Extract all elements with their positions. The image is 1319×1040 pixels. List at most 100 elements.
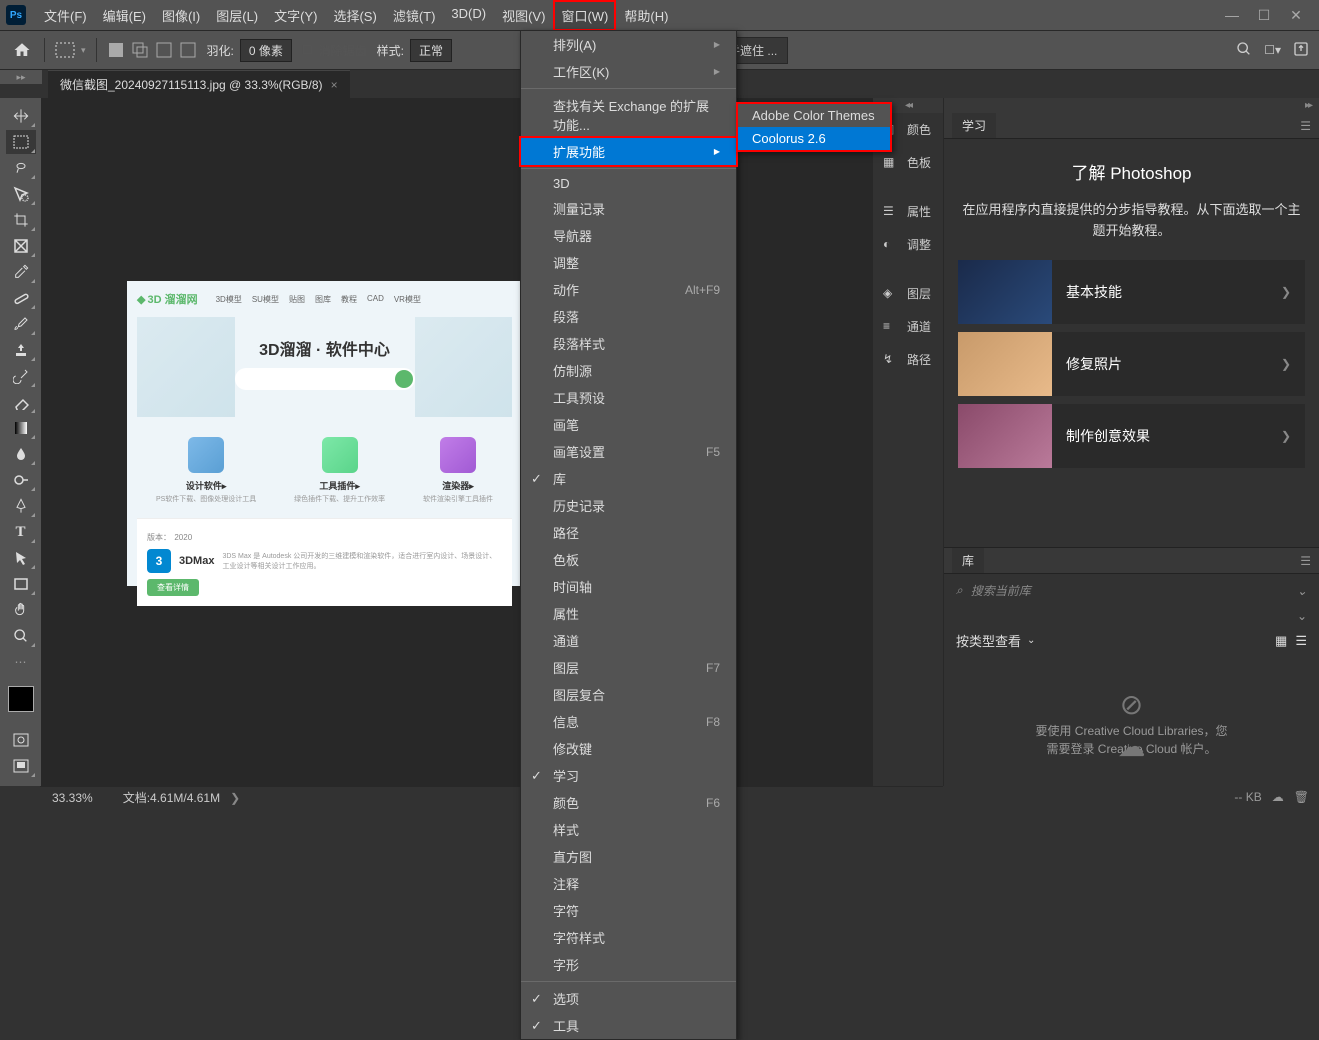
zoom-level[interactable]: 33.33% bbox=[52, 791, 93, 805]
panel-shortcut-通道[interactable]: ≡通道 bbox=[873, 310, 943, 343]
window-menu-item[interactable]: 属性 bbox=[521, 600, 736, 627]
extension-item[interactable]: Coolorus 2.6 bbox=[738, 127, 890, 150]
maximize-button[interactable]: ☐ bbox=[1257, 8, 1271, 22]
history-brush-tool[interactable] bbox=[6, 364, 36, 388]
clone-stamp-tool[interactable] bbox=[6, 338, 36, 362]
menu-选择s[interactable]: 选择(S) bbox=[325, 0, 384, 31]
window-menu-item[interactable]: 工作区(K) bbox=[521, 58, 736, 85]
path-selection-tool[interactable] bbox=[6, 546, 36, 570]
window-menu-item[interactable]: 历史记录 bbox=[521, 492, 736, 519]
menu-滤镜t[interactable]: 滤镜(T) bbox=[385, 0, 444, 31]
window-menu-item[interactable]: 段落 bbox=[521, 303, 736, 330]
feather-input[interactable]: 0 像素 bbox=[240, 39, 292, 62]
window-menu-item[interactable]: 调整 bbox=[521, 249, 736, 276]
type-tool[interactable]: T bbox=[6, 520, 36, 544]
learn-card[interactable]: 修复照片❯ bbox=[958, 332, 1305, 396]
edit-toolbar-button[interactable]: ⋯ bbox=[6, 650, 36, 674]
status-arrow-icon[interactable]: ❯ bbox=[230, 791, 240, 805]
window-menu-item[interactable]: 时间轴 bbox=[521, 573, 736, 600]
window-menu-item[interactable]: 动作Alt+F9 bbox=[521, 276, 736, 303]
panel-shortcut-图层[interactable]: ◈图层 bbox=[873, 277, 943, 310]
close-tab-icon[interactable]: × bbox=[331, 78, 338, 92]
selection-mode-buttons[interactable] bbox=[107, 41, 197, 59]
window-menu-item[interactable]: 库 bbox=[521, 465, 736, 492]
menu-图层l[interactable]: 图层(L) bbox=[208, 0, 266, 31]
share-icon[interactable] bbox=[1293, 41, 1309, 60]
collapse-learn-panel-button[interactable]: ▸▸ bbox=[944, 98, 1319, 113]
zoom-tool[interactable] bbox=[6, 624, 36, 648]
gradient-tool[interactable] bbox=[6, 416, 36, 440]
learn-card[interactable]: 基本技能❯ bbox=[958, 260, 1305, 324]
close-button[interactable]: ✕ bbox=[1289, 8, 1303, 22]
canvas-area[interactable]: 3D 溜溜网 3D模型SU模型贴图图库教程CADVR模型 3D溜溜 · 软件中心… bbox=[42, 98, 873, 786]
eraser-tool[interactable] bbox=[6, 390, 36, 414]
window-menu-item[interactable]: 图层F7 bbox=[521, 654, 736, 681]
window-menu-item[interactable]: 排列(A) bbox=[521, 31, 736, 58]
learn-tab[interactable]: 学习 bbox=[952, 113, 996, 138]
chevron-down-icon[interactable]: ⌄ bbox=[1297, 584, 1307, 598]
document-size[interactable]: 文档:4.61M/4.61M bbox=[123, 789, 220, 806]
window-menu-item[interactable]: 段落样式 bbox=[521, 330, 736, 357]
window-menu-item[interactable]: 路径 bbox=[521, 519, 736, 546]
window-menu-item[interactable]: 字形 bbox=[521, 951, 736, 978]
window-menu-item[interactable]: 查找有关 Exchange 的扩展功能... bbox=[521, 92, 736, 138]
window-menu-item[interactable]: 测量记录 bbox=[521, 195, 736, 222]
window-menu-item[interactable]: 工具 bbox=[521, 1012, 736, 1039]
panel-shortcut-路径[interactable]: ↯路径 bbox=[873, 343, 943, 376]
menu-文字y[interactable]: 文字(Y) bbox=[266, 0, 325, 31]
document-tab[interactable]: 微信截图_20240927115113.jpg @ 33.3%(RGB/8) × bbox=[48, 70, 350, 98]
expand-down-icon[interactable]: ⌄ bbox=[944, 607, 1319, 625]
blur-tool[interactable] bbox=[6, 442, 36, 466]
extension-item[interactable]: Adobe Color Themes bbox=[738, 104, 890, 127]
menu-窗口w[interactable]: 窗口(W) bbox=[553, 0, 616, 31]
marquee-tool[interactable] bbox=[6, 130, 36, 154]
healing-brush-tool[interactable] bbox=[6, 286, 36, 310]
menu-编辑e[interactable]: 编辑(E) bbox=[95, 0, 154, 31]
window-menu-item[interactable]: 注释 bbox=[521, 870, 736, 897]
grid-view-icon[interactable]: ▦ bbox=[1275, 633, 1287, 649]
cloud-sync-icon[interactable]: ☁ bbox=[1272, 790, 1284, 804]
search-icon[interactable] bbox=[1236, 41, 1252, 60]
crop-tool[interactable] bbox=[6, 208, 36, 232]
hand-tool[interactable] bbox=[6, 598, 36, 622]
list-view-icon[interactable]: ☰ bbox=[1295, 633, 1307, 649]
window-menu-item[interactable]: 画笔设置F5 bbox=[521, 438, 736, 465]
window-menu-item[interactable]: 色板 bbox=[521, 546, 736, 573]
window-menu-item[interactable]: 字符样式 bbox=[521, 924, 736, 951]
menu-文件f[interactable]: 文件(F) bbox=[36, 0, 95, 31]
eyedropper-tool[interactable] bbox=[6, 260, 36, 284]
menu-视图v[interactable]: 视图(V) bbox=[494, 0, 553, 31]
brush-tool[interactable] bbox=[6, 312, 36, 336]
menu-图像i[interactable]: 图像(I) bbox=[154, 0, 208, 31]
screen-mode-toggle[interactable] bbox=[6, 754, 36, 778]
window-menu-item[interactable]: 导航器 bbox=[521, 222, 736, 249]
window-menu-item[interactable]: 颜色F6 bbox=[521, 789, 736, 816]
style-select[interactable]: 正常 bbox=[410, 39, 452, 62]
window-menu-item[interactable]: 画笔 bbox=[521, 411, 736, 438]
window-menu-item[interactable]: 学习 bbox=[521, 762, 736, 789]
marquee-tool-icon[interactable]: ▾ bbox=[55, 42, 86, 58]
quick-selection-tool[interactable] bbox=[6, 182, 36, 206]
home-icon[interactable] bbox=[10, 38, 34, 62]
library-view-mode[interactable]: 按类型查看⌄ ▦ ☰ bbox=[944, 625, 1319, 656]
panel-menu-icon[interactable]: ☰ bbox=[1300, 119, 1311, 133]
quick-mask-toggle[interactable] bbox=[6, 728, 36, 752]
toolbar-expand-button[interactable]: ▸▸ bbox=[0, 70, 42, 84]
trash-icon[interactable]: 🗑 bbox=[1294, 790, 1309, 804]
pen-tool[interactable] bbox=[6, 494, 36, 518]
window-menu-item[interactable]: 选项 bbox=[521, 985, 736, 1012]
window-menu-item[interactable]: 修改键 bbox=[521, 735, 736, 762]
learn-card[interactable]: 制作创意效果❯ bbox=[958, 404, 1305, 468]
dodge-tool[interactable] bbox=[6, 468, 36, 492]
window-menu-item[interactable]: 仿制源 bbox=[521, 357, 736, 384]
window-menu-item[interactable]: 扩展功能 bbox=[519, 136, 738, 167]
panel-shortcut-调整[interactable]: ◐调整 bbox=[873, 228, 943, 261]
minimize-button[interactable]: — bbox=[1225, 8, 1239, 22]
library-menu-icon[interactable]: ☰ bbox=[1300, 554, 1311, 568]
library-tab[interactable]: 库 bbox=[952, 548, 984, 573]
library-search[interactable]: ⌕ 搜索当前库 ⌄ bbox=[944, 574, 1319, 607]
window-menu-item[interactable]: 信息F8 bbox=[521, 708, 736, 735]
lasso-tool[interactable] bbox=[6, 156, 36, 180]
window-menu-item[interactable]: 字符 bbox=[521, 897, 736, 924]
panel-shortcut-属性[interactable]: ☰属性 bbox=[873, 195, 943, 228]
